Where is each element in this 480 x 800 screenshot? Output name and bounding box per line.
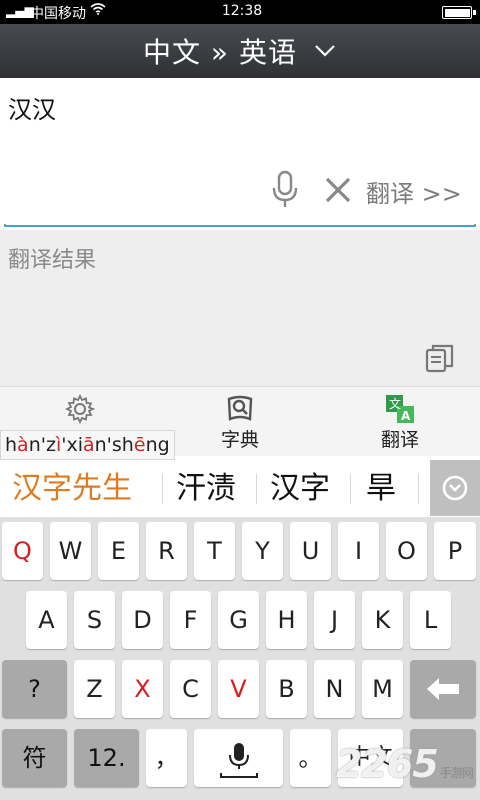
key-r[interactable]: R [146,522,187,580]
tab-dictionary[interactable]: 字典 [160,387,320,457]
key-f[interactable]: F [170,591,211,649]
pinyin-composition: hàn'zì'xiān'shēng [0,430,175,460]
key-m[interactable]: M [362,660,403,718]
source-text-input[interactable]: 汉汉 [8,90,56,125]
key-j[interactable]: J [314,591,355,649]
microphone-icon[interactable] [270,170,300,210]
key-i[interactable]: I [338,522,379,580]
tab-translate[interactable]: 文 A 翻译 [320,387,480,457]
language-pair-title: 中文 » 英语 [143,36,297,69]
key-n[interactable]: N [314,660,355,718]
key-b[interactable]: B [266,660,307,718]
candidate-item[interactable]: 汗渍 [176,468,236,510]
collapse-candidates-button[interactable] [430,460,480,516]
soft-keyboard: Q W E R T Y U I O P A S D F G H J K L ? … [0,518,480,800]
clock: 12:38 [221,3,263,19]
battery-icon [442,6,476,19]
close-circle-icon [442,475,468,501]
key-g[interactable]: G [218,591,259,649]
key-z[interactable]: Z [74,660,115,718]
key-k[interactable]: K [362,591,403,649]
carrier-name: 中国移动 [30,6,86,22]
enter-key[interactable] [410,729,476,787]
symbols-key[interactable]: 符 [2,729,67,787]
key-o[interactable]: O [386,522,427,580]
status-bar: ▂▄▆ 中国移动 12:38 [0,0,480,24]
language-selector[interactable]: 中文 » 英语 [0,24,480,78]
translate-button[interactable]: 翻译 >> [366,174,462,209]
chevron-down-icon [315,45,335,57]
translate-icon: 文 A [386,395,414,423]
backspace-button[interactable] [410,660,476,718]
candidate-bar: 汉字先生 汗渍 汉字 旱 汉 [0,460,480,518]
candidate-divider [350,474,351,504]
copy-icon[interactable] [424,342,456,374]
key-t[interactable]: T [194,522,235,580]
key-c[interactable]: C [170,660,211,718]
candidate-divider [256,474,257,504]
comma-key[interactable]: ， [146,729,187,787]
candidate-item[interactable]: 汉字先生 [12,468,132,510]
key-s[interactable]: S [74,591,115,649]
key-h[interactable]: H [266,591,307,649]
key-y[interactable]: Y [242,522,283,580]
key-e[interactable]: E [98,522,139,580]
key-question[interactable]: ? [2,660,67,718]
key-w[interactable]: W [50,522,91,580]
result-placeholder: 翻译结果 [8,248,97,273]
period-key[interactable]: 。 [290,729,331,787]
key-v[interactable]: V [218,660,259,718]
dictionary-icon [227,395,253,421]
svg-text:A: A [401,409,411,423]
key-q[interactable]: Q [2,522,43,580]
key-p[interactable]: P [434,522,476,580]
translation-result-area: 翻译结果 [0,230,480,386]
key-d[interactable]: D [122,591,163,649]
numbers-key[interactable]: 12. [74,729,139,787]
key-u[interactable]: U [290,522,331,580]
microphone-icon [219,743,258,778]
key-l[interactable]: L [410,591,451,649]
wifi-icon [90,3,106,19]
gear-icon [64,393,96,425]
tab-translate-label: 翻译 [380,429,419,451]
candidate-item[interactable]: 汉字 [270,468,330,510]
candidate-divider [418,474,419,504]
input-underline [4,224,476,227]
key-x[interactable]: X [122,660,163,718]
backspace-icon [427,678,459,700]
key-a[interactable]: A [26,591,67,649]
language-switch-key[interactable]: 中文 [338,729,403,787]
clear-icon[interactable] [322,174,354,206]
space-voice-key[interactable] [194,729,283,787]
candidate-divider [162,474,163,504]
svg-text:文: 文 [389,396,401,411]
tab-dictionary-label: 字典 [220,429,259,451]
candidate-item[interactable]: 旱 [366,468,396,510]
